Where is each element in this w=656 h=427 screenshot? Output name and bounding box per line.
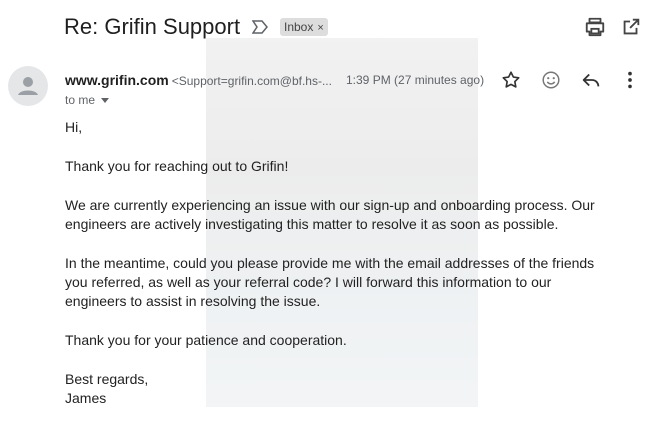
avatar[interactable] xyxy=(8,66,48,106)
paragraph-issue: We are currently experiencing an issue w… xyxy=(65,196,645,234)
person-icon xyxy=(18,77,38,95)
important-marker-icon[interactable] xyxy=(252,20,268,34)
signoff: Best regards, xyxy=(65,371,149,387)
inbox-label-text: Inbox xyxy=(284,20,314,34)
print-icon[interactable] xyxy=(584,16,606,38)
paragraph-request: In the meantime, could you please provid… xyxy=(65,254,645,311)
email-timestamp: 1:39 PM (27 minutes ago) xyxy=(346,73,485,87)
inbox-label-chip[interactable]: Inbox × xyxy=(280,18,328,36)
open-in-new-window-icon[interactable] xyxy=(620,16,642,38)
sender-line: www.grifin.com <Support=grifin.com@bf.hs-… xyxy=(65,72,332,89)
chevron-down-icon xyxy=(101,98,110,104)
reply-icon[interactable] xyxy=(580,69,602,91)
more-vert-icon[interactable] xyxy=(619,69,641,91)
star-icon[interactable] xyxy=(500,69,522,91)
paragraph-line: engineers are actively investigating thi… xyxy=(65,216,559,232)
paragraph-line: In the meantime, could you please provid… xyxy=(65,255,595,271)
closing-thanks: Thank you for your patience and cooperat… xyxy=(65,332,347,348)
email-body: Hi, Thank you for reaching out to Grifin… xyxy=(65,118,645,408)
email-subject: Re: Grifin Support xyxy=(64,14,241,39)
paragraph-line: engineers to assist in resolving the iss… xyxy=(65,293,321,309)
emoji-reaction-icon[interactable] xyxy=(540,69,562,91)
signature: James xyxy=(65,390,107,406)
greeting: Hi, xyxy=(65,119,83,135)
remove-label-button[interactable]: × xyxy=(317,22,323,34)
paragraph-line: you referred, as well as your referral c… xyxy=(65,274,552,290)
sender-name[interactable]: www.grifin.com xyxy=(65,72,169,88)
recipient-details-toggle[interactable]: to me xyxy=(65,92,110,108)
paragraph-line: We are currently experiencing an issue w… xyxy=(65,197,595,213)
thanks-line: Thank you for reaching out to Grifin! xyxy=(65,158,289,174)
sender-email: <Support=grifin.com@bf.hs-... xyxy=(171,74,332,88)
recipient-text: to me xyxy=(65,93,96,107)
